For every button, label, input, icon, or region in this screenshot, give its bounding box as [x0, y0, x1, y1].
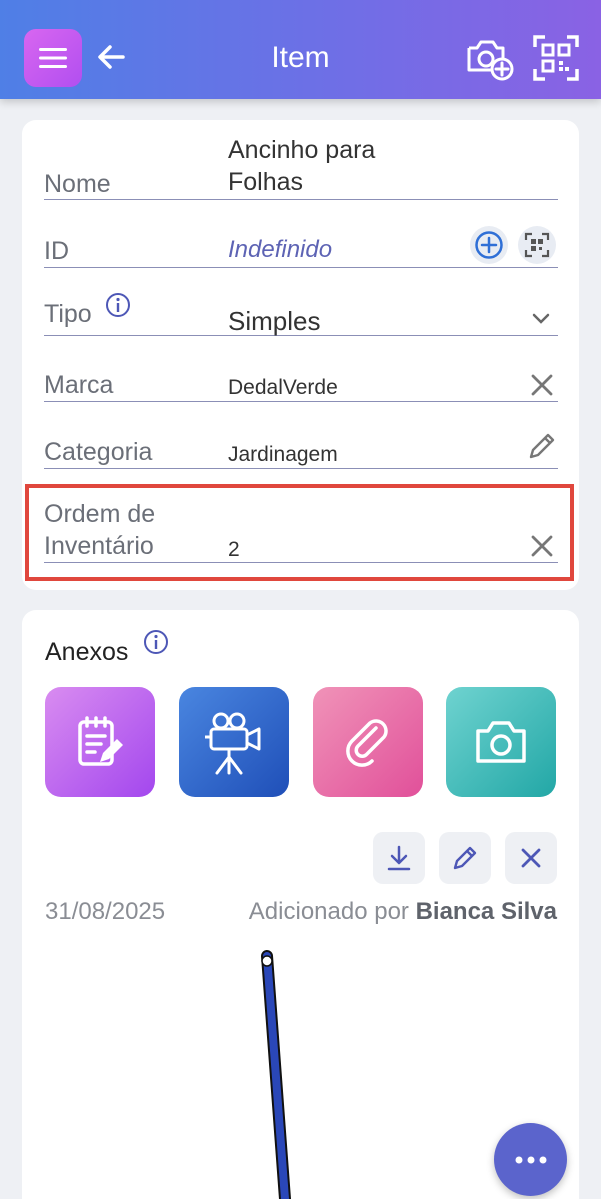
id-label: ID: [44, 237, 69, 265]
nome-field[interactable]: Nome Ancinho para Folhas: [44, 134, 558, 200]
tipo-label: Tipo: [44, 300, 92, 328]
qr-scan-button[interactable]: [532, 34, 580, 82]
download-button[interactable]: [373, 832, 425, 884]
attachment-date: 31/08/2025: [45, 898, 166, 925]
info-icon[interactable]: [105, 292, 131, 318]
marca-field[interactable]: Marca DedalVerde: [44, 360, 558, 402]
plus-circle-icon: [475, 231, 503, 259]
attachment-image[interactable]: [252, 946, 312, 1199]
nome-value[interactable]: Ancinho para Folhas: [228, 134, 375, 198]
id-field[interactable]: ID Indefinido: [44, 224, 558, 268]
nome-label: Nome: [44, 170, 111, 198]
generate-id-button[interactable]: [470, 226, 508, 264]
camera-icon: [476, 721, 526, 763]
add-photo-button[interactable]: [464, 34, 516, 82]
tipo-value[interactable]: Simples: [228, 306, 320, 337]
edit-attachment-button[interactable]: [439, 832, 491, 884]
attachments-card: Anexos 31/08/2025 Adicionado por Bianca …: [22, 610, 579, 1199]
categoria-label: Categoria: [44, 438, 153, 466]
more-options-button[interactable]: [494, 1123, 567, 1196]
tipo-field[interactable]: Tipo Simples: [44, 292, 558, 336]
download-icon: [387, 845, 411, 871]
close-icon[interactable]: [530, 373, 554, 397]
marca-value[interactable]: DedalVerde: [228, 376, 338, 400]
scan-id-button[interactable]: [518, 226, 556, 264]
pencil-icon: [453, 846, 477, 870]
add-photo-tile-button[interactable]: [446, 687, 556, 797]
more-icon: [515, 1156, 546, 1163]
categoria-value[interactable]: Jardinagem: [228, 443, 338, 467]
add-attachment-button[interactable]: [313, 687, 423, 797]
delete-attachment-button[interactable]: [505, 832, 557, 884]
categoria-field[interactable]: Categoria Jardinagem: [44, 426, 558, 469]
id-value[interactable]: Indefinido: [228, 236, 332, 264]
qr-scan-icon: [533, 35, 579, 81]
app-header: Item: [0, 0, 601, 99]
qr-scan-icon: [524, 232, 550, 258]
paperclip-icon: [346, 719, 388, 767]
anexos-title: Anexos: [45, 638, 129, 666]
video-camera-icon: [205, 712, 261, 775]
chevron-down-icon[interactable]: [532, 312, 550, 324]
attachment-added-by: Adicionado por Bianca Silva: [248, 898, 557, 925]
add-note-button[interactable]: [45, 687, 155, 797]
close-icon: [521, 848, 541, 868]
marca-label: Marca: [44, 371, 114, 399]
pencil-icon[interactable]: [526, 430, 558, 462]
highlight-box: [25, 484, 574, 581]
camera-add-icon: [467, 40, 514, 81]
info-icon[interactable]: [143, 629, 169, 655]
note-icon: [78, 716, 123, 766]
add-video-button[interactable]: [179, 687, 289, 797]
